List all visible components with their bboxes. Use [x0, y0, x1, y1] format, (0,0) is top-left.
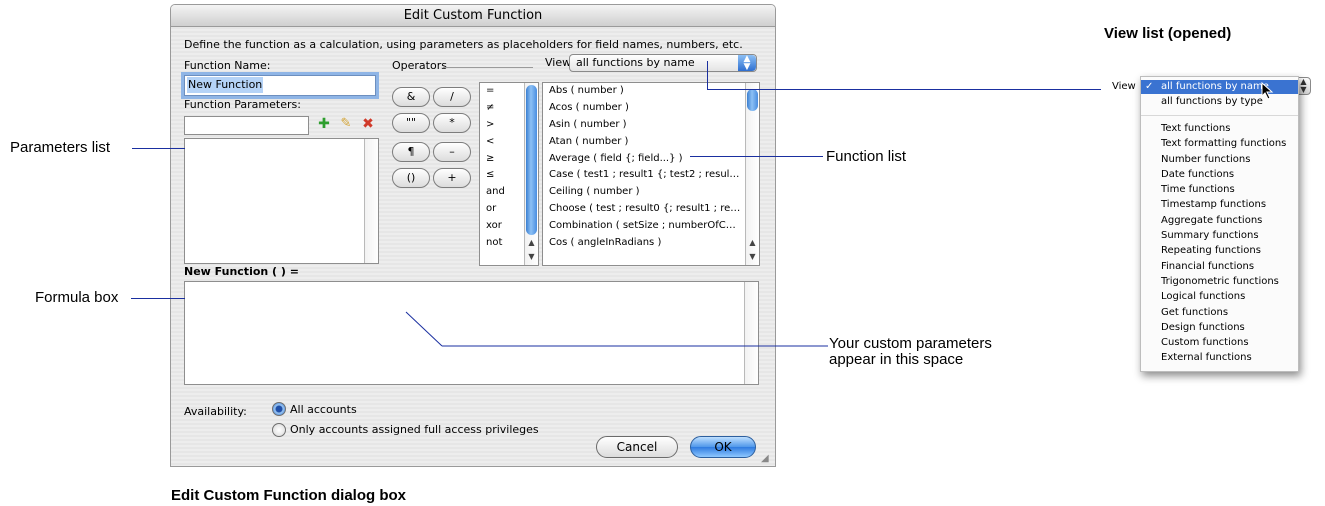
menu-item-category[interactable]: External functions — [1141, 350, 1298, 365]
view-dropdown-menu: ✓ all functions by name all functions by… — [1140, 76, 1299, 372]
menu-item-category[interactable]: Financial functions — [1141, 259, 1298, 274]
operator-button-divide[interactable]: / — [433, 87, 471, 107]
function-list-item[interactable]: Case ( test1 ; result1 {; test2 ; resul… — [543, 167, 759, 184]
function-list-item[interactable]: Acos ( number ) — [543, 100, 759, 117]
scroll-thumb[interactable] — [747, 89, 758, 111]
radio-full-access-only[interactable] — [272, 423, 286, 437]
edit-parameter-button[interactable]: ✎ — [336, 115, 356, 133]
scroll-thumb[interactable] — [526, 85, 537, 235]
menu-item-category[interactable]: Date functions — [1141, 167, 1298, 182]
callout-line — [132, 148, 185, 149]
add-parameter-button[interactable]: ✚ — [314, 115, 334, 133]
scroll-down-arrow-icon[interactable]: ▼ — [525, 251, 538, 263]
dialog-title: Edit Custom Function — [171, 5, 775, 27]
menu-separator — [1141, 115, 1298, 116]
radio-all-accounts-label: All accounts — [290, 403, 357, 416]
operator-button-plus[interactable]: + — [433, 168, 471, 188]
menu-item-category[interactable]: Trigonometric functions — [1141, 274, 1298, 289]
formula-label: New Function ( ) = — [184, 265, 299, 278]
callout-custom-params-line2: appear in this space — [829, 351, 964, 368]
function-name-field[interactable]: New Function — [184, 75, 376, 96]
ok-button[interactable]: OK — [690, 436, 756, 458]
operator-button-multiply[interactable]: * — [433, 113, 471, 133]
menu-item-category[interactable]: Text functions — [1141, 121, 1298, 136]
operator-button-pilcrow[interactable]: ¶ — [392, 142, 430, 162]
popup-arrows-icon: ▲ ▼ — [738, 55, 756, 72]
operators-label: Operators — [392, 59, 447, 72]
scroll-up-arrow-icon[interactable]: ▲ — [525, 237, 538, 249]
delete-icon: ✖ — [362, 116, 374, 132]
view-popup-value: all functions by name — [576, 56, 695, 69]
function-name-label: Function Name: — [184, 59, 271, 72]
operators-divider — [443, 67, 533, 68]
plus-icon: ✚ — [318, 116, 330, 132]
callout-line — [707, 61, 708, 90]
callout-line — [690, 156, 823, 157]
operator-button-parentheses[interactable]: () — [392, 168, 430, 188]
function-list[interactable]: Abs ( number ) Acos ( number ) Asin ( nu… — [542, 82, 760, 266]
operator-button-minus[interactable]: – — [433, 142, 471, 162]
menu-item-category[interactable]: Logical functions — [1141, 289, 1298, 304]
menu-item-category[interactable]: Time functions — [1141, 182, 1298, 197]
function-list-item[interactable]: Atan ( number ) — [543, 134, 759, 151]
menu-item-all-by-name[interactable]: all functions by name — [1141, 80, 1269, 94]
operator-button-quotes[interactable]: "" — [392, 113, 430, 133]
function-list-item[interactable]: Cos ( angleInRadians ) — [543, 235, 759, 252]
callout-formula-box: Formula box — [35, 289, 119, 306]
callout-line — [707, 89, 1101, 90]
view-list-heading: View list (opened) — [1104, 25, 1232, 42]
delete-parameter-button[interactable]: ✖ — [358, 115, 378, 133]
view-popup[interactable]: all functions by name ▲ ▼ — [569, 54, 757, 72]
operator-list-scrollbar[interactable]: ▲ ▼ — [524, 83, 538, 265]
menu-item-category[interactable]: Text formatting functions — [1141, 136, 1298, 151]
menu-item-category[interactable]: Custom functions — [1141, 335, 1298, 350]
resize-grip-icon[interactable]: ◢ — [761, 453, 769, 464]
callout-parameters-list: Parameters list — [10, 139, 111, 156]
figure-caption: Edit Custom Function dialog box — [171, 487, 406, 504]
radio-all-accounts[interactable] — [272, 402, 286, 416]
menu-item-category[interactable]: Get functions — [1141, 305, 1298, 320]
view-label: View — [545, 56, 572, 69]
parameters-list[interactable] — [184, 138, 379, 264]
menu-item-category[interactable]: Timestamp functions — [1141, 197, 1298, 212]
callout-function-list: Function list — [826, 148, 907, 165]
callout-custom-params-line1: Your custom parameters — [829, 335, 992, 352]
function-parameters-label: Function Parameters: — [184, 98, 301, 111]
function-list-item[interactable]: Asin ( number ) — [543, 117, 759, 134]
parameters-list-scrollbar[interactable] — [364, 139, 378, 263]
cancel-button[interactable]: Cancel — [596, 436, 678, 458]
menu-item-category[interactable]: Design functions — [1141, 320, 1298, 335]
menu-item-category[interactable]: Number functions — [1141, 152, 1298, 167]
pencil-icon: ✎ — [340, 116, 352, 131]
callout-line — [405, 311, 828, 347]
function-list-item[interactable]: Combination ( setSize ; numberOfC… — [543, 218, 759, 235]
function-list-item[interactable]: Choose ( test ; result0 {; result1 ; re… — [543, 201, 759, 218]
callout-line — [131, 298, 185, 299]
view-label: View — [1112, 81, 1136, 92]
function-list-item[interactable]: Ceiling ( number ) — [543, 184, 759, 201]
function-list-scrollbar[interactable]: ▲ ▼ — [745, 83, 759, 265]
menu-item-category[interactable]: Aggregate functions — [1141, 213, 1298, 228]
menu-category-list: Text functions Text formatting functions N… — [1141, 121, 1298, 366]
availability-label: Availability: — [184, 405, 247, 418]
mouse-pointer-icon — [1261, 82, 1274, 100]
function-list-item[interactable]: Average ( field {; field...} ) — [543, 151, 759, 168]
operator-list[interactable]: = ≠ > < ≥ ≤ and or xor not ▲ ▼ — [479, 82, 539, 266]
menu-item-category[interactable]: Repeating functions — [1141, 243, 1298, 258]
operator-button-ampersand[interactable]: & — [392, 87, 430, 107]
instructions-text: Define the function as a calculation, us… — [184, 38, 743, 51]
scroll-up-arrow-icon[interactable]: ▲ — [746, 237, 759, 249]
menu-item-category[interactable]: Summary functions — [1141, 228, 1298, 243]
radio-full-access-only-label: Only accounts assigned full access privi… — [290, 423, 539, 436]
parameter-input[interactable] — [184, 116, 309, 135]
menu-item-all-by-type[interactable]: all functions by type — [1141, 94, 1263, 109]
function-name-value: New Function — [187, 77, 264, 93]
scroll-down-arrow-icon[interactable]: ▼ — [746, 251, 759, 263]
function-list-item[interactable]: Abs ( number ) — [543, 83, 759, 100]
edit-custom-function-dialog: Edit Custom Function Define the function… — [170, 4, 776, 467]
